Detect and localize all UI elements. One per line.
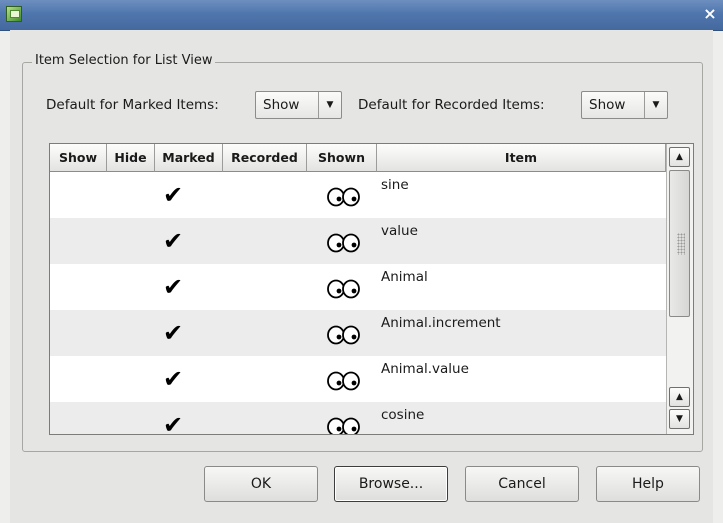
recorded-default-combo[interactable]: Show ▼ bbox=[581, 91, 668, 119]
marked-check-icon: ✔ bbox=[163, 273, 184, 301]
scrollbar-thumb[interactable] bbox=[669, 170, 690, 317]
scroll-down-button[interactable]: ▼ bbox=[669, 409, 690, 429]
table-row[interactable]: ✔ sine bbox=[50, 172, 666, 218]
marked-default-value: Show bbox=[263, 97, 300, 113]
eyes-icon bbox=[327, 325, 360, 345]
table-row[interactable]: ✔ Animal.increment bbox=[50, 310, 666, 356]
eyes-icon bbox=[327, 233, 360, 253]
table-row[interactable]: ✔ Animal.value bbox=[50, 356, 666, 402]
help-button[interactable]: Help bbox=[596, 466, 700, 502]
item-name: cosine bbox=[381, 407, 425, 423]
column-header-shown[interactable]: Shown bbox=[307, 144, 377, 172]
close-icon[interactable]: × bbox=[701, 5, 719, 23]
item-name: value bbox=[381, 223, 418, 239]
marked-check-icon: ✔ bbox=[163, 411, 184, 435]
marked-default-combo[interactable]: Show ▼ bbox=[255, 91, 342, 119]
chevron-down-icon: ▼ bbox=[644, 92, 667, 118]
vertical-scrollbar[interactable]: ▲ ▲ ▼ bbox=[666, 144, 693, 434]
column-header-show[interactable]: Show bbox=[50, 144, 107, 172]
column-header-item[interactable]: Item bbox=[377, 144, 666, 172]
eyes-icon bbox=[327, 371, 360, 391]
group-title: Item Selection for List View bbox=[32, 53, 216, 68]
column-header-hide[interactable]: Hide bbox=[107, 144, 155, 172]
item-name: sine bbox=[381, 177, 409, 193]
table-row[interactable]: ✔ cosine bbox=[50, 402, 666, 435]
table-row[interactable]: ✔ Animal bbox=[50, 264, 666, 310]
grip-icon bbox=[677, 233, 685, 255]
item-name: Animal.increment bbox=[381, 315, 501, 331]
table-row[interactable]: ✔ value bbox=[50, 218, 666, 264]
browse-button[interactable]: Browse... bbox=[334, 466, 448, 502]
cancel-button[interactable]: Cancel bbox=[465, 466, 579, 502]
marked-check-icon: ✔ bbox=[163, 181, 184, 209]
marked-check-icon: ✔ bbox=[163, 227, 184, 255]
eyes-icon bbox=[327, 279, 360, 299]
recorded-default-value: Show bbox=[589, 97, 626, 113]
column-header-recorded[interactable]: Recorded bbox=[223, 144, 307, 172]
scroll-up-button-lower[interactable]: ▲ bbox=[669, 387, 690, 407]
ok-button[interactable]: OK bbox=[204, 466, 318, 502]
scroll-up-button[interactable]: ▲ bbox=[669, 147, 690, 167]
title-bar[interactable]: × bbox=[0, 0, 723, 31]
item-name: Animal.value bbox=[381, 361, 469, 377]
items-table: Show Hide Marked Recorded Shown Item ✔ s… bbox=[49, 143, 694, 435]
marked-check-icon: ✔ bbox=[163, 365, 184, 393]
item-name: Animal bbox=[381, 269, 428, 285]
chevron-down-icon: ▼ bbox=[318, 92, 341, 118]
column-header-marked[interactable]: Marked bbox=[155, 144, 223, 172]
app-icon bbox=[6, 6, 22, 22]
marked-default-label: Default for Marked Items: bbox=[46, 97, 219, 113]
eyes-icon bbox=[327, 417, 360, 434]
recorded-default-label: Default for Recorded Items: bbox=[358, 97, 545, 113]
marked-check-icon: ✔ bbox=[163, 319, 184, 347]
eyes-icon bbox=[327, 187, 360, 207]
